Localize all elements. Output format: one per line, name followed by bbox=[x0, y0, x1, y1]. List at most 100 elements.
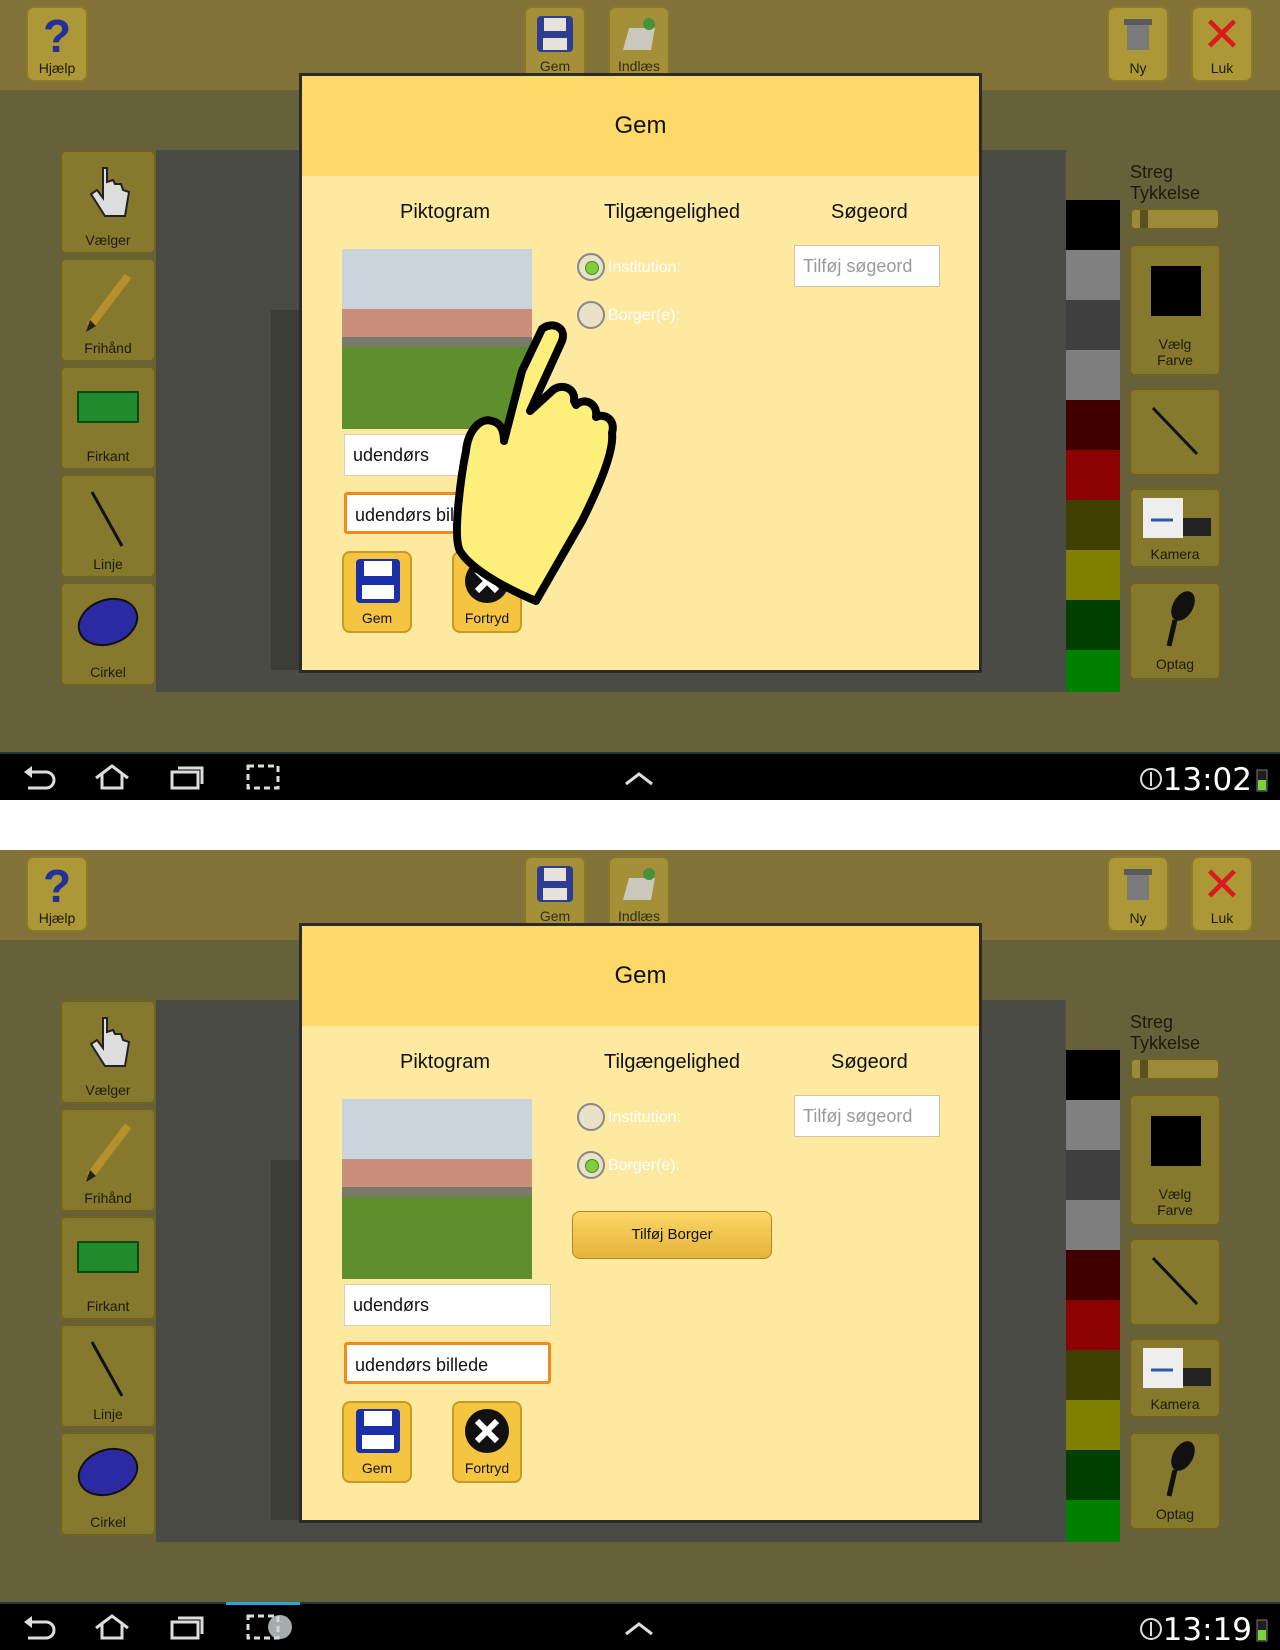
camera-button[interactable]: Kamera bbox=[1129, 1338, 1221, 1418]
swatch[interactable] bbox=[1066, 200, 1120, 250]
help-button[interactable]: ? Hjælp bbox=[26, 856, 88, 932]
floppy-icon bbox=[356, 1409, 400, 1453]
stroke-label-2: Tykkelse bbox=[1130, 183, 1201, 203]
swatch[interactable] bbox=[1066, 600, 1120, 650]
recent-apps-icon[interactable] bbox=[168, 762, 206, 792]
swatch[interactable] bbox=[1066, 1100, 1120, 1150]
record-button[interactable]: Optag bbox=[1129, 1432, 1221, 1530]
dialog-save-button[interactable]: Gem bbox=[342, 1401, 412, 1483]
swatch[interactable] bbox=[1066, 1350, 1120, 1400]
home-icon[interactable] bbox=[92, 762, 132, 792]
pictogram-image bbox=[342, 1099, 532, 1279]
radio-citizen[interactable] bbox=[577, 1151, 605, 1179]
swatch[interactable] bbox=[1066, 1250, 1120, 1300]
rectangle-icon bbox=[62, 378, 154, 428]
load-button[interactable]: Indlæs bbox=[608, 856, 670, 930]
new-button[interactable]: Ny bbox=[1107, 856, 1169, 932]
swatch[interactable] bbox=[1066, 500, 1120, 550]
chevron-up-icon[interactable] bbox=[622, 768, 656, 788]
swatch[interactable] bbox=[1066, 1500, 1120, 1542]
close-button[interactable]: ✕ Luk bbox=[1191, 6, 1253, 82]
dialog-save-button[interactable]: Gem bbox=[342, 551, 412, 633]
save-toolbar-button[interactable]: Gem bbox=[524, 856, 586, 930]
save-toolbar-button[interactable]: Gem bbox=[524, 6, 586, 80]
swatch[interactable] bbox=[1066, 350, 1120, 400]
tool-circle-label: Cirkel bbox=[90, 1514, 126, 1530]
load-label: Indlæs bbox=[617, 58, 661, 74]
screenshot-icon[interactable] bbox=[244, 1612, 304, 1642]
dialog-cancel-button[interactable]: Fortryd bbox=[452, 1401, 522, 1483]
swatch[interactable] bbox=[1066, 400, 1120, 450]
choose-color-button[interactable]: Vælg Farve bbox=[1129, 244, 1221, 376]
stroke-label-1: Streg bbox=[1130, 1012, 1174, 1032]
radio-citizen-label: Borger(e): bbox=[608, 1157, 681, 1174]
save-toolbar-label: Gem bbox=[539, 58, 571, 74]
radio-institution[interactable] bbox=[577, 253, 605, 281]
tool-select[interactable]: Vælger bbox=[60, 1000, 156, 1104]
name-field[interactable]: udendørs bbox=[344, 1284, 551, 1326]
swatch[interactable] bbox=[1066, 250, 1120, 300]
description-field[interactable]: udendørs billede bbox=[344, 1342, 551, 1384]
load-image-icon bbox=[610, 864, 668, 904]
status-icon bbox=[1140, 768, 1162, 790]
keyword-heading: Søgeord bbox=[831, 201, 908, 223]
tool-circle[interactable]: Cirkel bbox=[60, 582, 156, 686]
tool-line[interactable]: Linje bbox=[60, 474, 156, 578]
swatch[interactable] bbox=[1066, 550, 1120, 600]
trash-icon bbox=[1109, 864, 1167, 904]
tool-freehand[interactable]: Frihånd bbox=[60, 1108, 156, 1212]
swatch[interactable] bbox=[1066, 1300, 1120, 1350]
close-label: Luk bbox=[1210, 910, 1234, 926]
new-button[interactable]: Ny bbox=[1107, 6, 1169, 82]
screenshot-icon[interactable] bbox=[244, 762, 282, 792]
swatch[interactable] bbox=[1066, 1400, 1120, 1450]
close-icon: ✕ bbox=[1201, 9, 1243, 62]
slider-thumb[interactable] bbox=[1140, 1060, 1148, 1078]
tool-rectangle[interactable]: Firkant bbox=[60, 1216, 156, 1320]
swatch[interactable] bbox=[1066, 450, 1120, 500]
dialog-title: Gem bbox=[302, 76, 979, 176]
slider-thumb[interactable] bbox=[1140, 210, 1148, 228]
line-thickness-preview bbox=[1129, 388, 1221, 476]
question-icon: ? bbox=[42, 860, 72, 912]
tool-circle[interactable]: Cirkel bbox=[60, 1432, 156, 1536]
line-thickness-preview bbox=[1129, 1238, 1221, 1326]
swatch[interactable] bbox=[1066, 1200, 1120, 1250]
stroke-slider[interactable] bbox=[1130, 208, 1220, 230]
load-button[interactable]: Indlæs bbox=[608, 6, 670, 80]
choose-color-label: Vælg Farve bbox=[1131, 336, 1219, 368]
swatch[interactable] bbox=[1066, 1050, 1120, 1100]
ellipse-icon bbox=[62, 1444, 154, 1500]
tool-rectangle-label: Firkant bbox=[86, 448, 130, 464]
tool-freehand[interactable]: Frihånd bbox=[60, 258, 156, 362]
close-button[interactable]: ✕ Luk bbox=[1191, 856, 1253, 932]
swatch[interactable] bbox=[1066, 650, 1120, 692]
add-citizen-button[interactable]: Tilføj Borger bbox=[572, 1211, 772, 1259]
back-icon[interactable] bbox=[22, 764, 56, 792]
camera-button[interactable]: Kamera bbox=[1129, 488, 1221, 568]
keyword-input[interactable]: Tilføj søgeord bbox=[794, 245, 940, 287]
swatch[interactable] bbox=[1066, 1150, 1120, 1200]
close-label: Luk bbox=[1210, 60, 1234, 76]
trash-icon bbox=[1109, 14, 1167, 54]
choose-color-button[interactable]: Vælg Farve bbox=[1129, 1094, 1221, 1226]
record-button[interactable]: Optag bbox=[1129, 582, 1221, 680]
back-icon[interactable] bbox=[22, 1614, 56, 1642]
tool-line[interactable]: Linje bbox=[60, 1324, 156, 1428]
home-icon[interactable] bbox=[92, 1612, 132, 1642]
tool-rectangle[interactable]: Firkant bbox=[60, 366, 156, 470]
stroke-slider[interactable] bbox=[1130, 1058, 1220, 1080]
accessibility-heading: Tilgængelighed bbox=[604, 1051, 741, 1073]
recent-apps-icon[interactable] bbox=[168, 1612, 206, 1642]
dialog-cancel-label: Fortryd bbox=[464, 1460, 510, 1476]
swatch[interactable] bbox=[1066, 1450, 1120, 1500]
dialog-title: Gem bbox=[302, 926, 979, 1026]
tool-select-label: Vælger bbox=[85, 1082, 131, 1098]
help-button[interactable]: ? Hjælp bbox=[26, 6, 88, 82]
swatch[interactable] bbox=[1066, 300, 1120, 350]
tool-rectangle-label: Firkant bbox=[86, 1298, 130, 1314]
keyword-input[interactable]: Tilføj søgeord bbox=[794, 1095, 940, 1137]
tool-select[interactable]: Vælger bbox=[60, 150, 156, 254]
chevron-up-icon[interactable] bbox=[622, 1618, 656, 1638]
radio-institution[interactable] bbox=[577, 1103, 605, 1131]
